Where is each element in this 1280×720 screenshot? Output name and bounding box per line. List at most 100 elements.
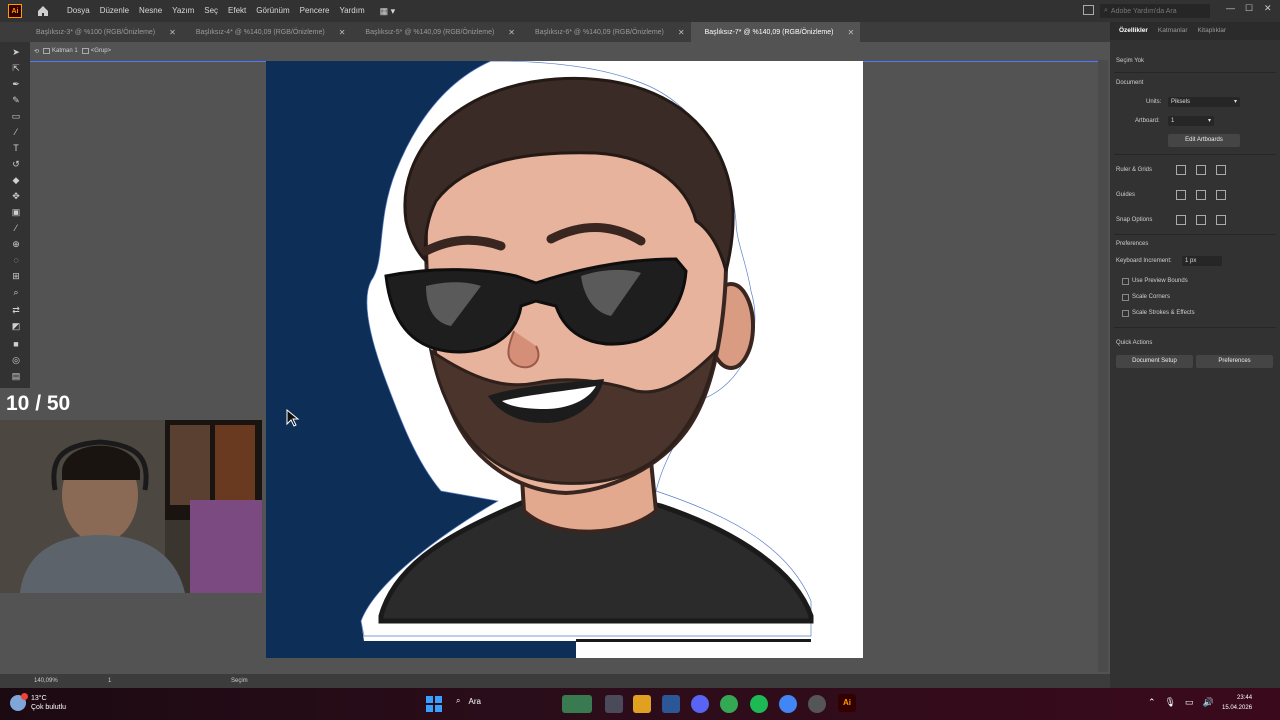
grid-icon[interactable] <box>1196 165 1206 175</box>
menu-item-dosya[interactable]: Dosya <box>62 0 95 22</box>
close-tab-icon[interactable]: ✕ <box>169 28 176 37</box>
close-window-icon[interactable]: ✕ <box>1264 3 1272 14</box>
rulers-grids-label: Ruler & Grids <box>1116 167 1153 173</box>
screen-mode-icon[interactable]: ▤ <box>10 370 22 382</box>
scale-strokes-checkbox[interactable] <box>1122 310 1129 317</box>
eyedropper-tool-icon[interactable]: ⁄ <box>10 222 22 234</box>
home-icon[interactable] <box>36 4 50 18</box>
widget-landscape-icon[interactable] <box>562 695 592 713</box>
rectangle-tool-icon[interactable]: ▭ <box>10 110 22 122</box>
shape-builder-tool-icon[interactable]: ⊕ <box>10 238 22 250</box>
menu-item-yazim[interactable]: Yazım <box>167 0 199 22</box>
type-tool-icon[interactable]: T <box>10 142 22 154</box>
use-preview-bounds-checkbox[interactable] <box>1122 278 1129 285</box>
transparency-grid-icon[interactable] <box>1216 165 1226 175</box>
snap-to-point-icon[interactable] <box>1176 215 1186 225</box>
progress-counter: 10 / 50 <box>6 392 71 415</box>
menu-item-yardim[interactable]: Yardım <box>334 0 369 22</box>
lock-guides-icon[interactable] <box>1196 190 1206 200</box>
edit-artboards-button[interactable]: Edit Artboards <box>1168 134 1240 147</box>
discord-icon[interactable] <box>691 695 709 713</box>
chevron-up-icon[interactable]: ⌃ <box>1148 697 1156 708</box>
tab-doc-3[interactable]: Başlıksız-3* @ %100 (RGB/Önizleme) ✕ <box>0 22 182 42</box>
menu-item-sec[interactable]: Seç <box>199 0 223 22</box>
pen-tool-icon[interactable]: ✒ <box>10 78 22 90</box>
tab-libraries[interactable]: Kitaplıklar <box>1193 22 1232 40</box>
snap-to-pixel-icon[interactable] <box>1196 215 1206 225</box>
panel-toggle-icon[interactable] <box>1083 5 1094 15</box>
close-tab-icon[interactable]: ✕ <box>678 28 685 37</box>
close-tab-icon[interactable]: ✕ <box>339 28 346 37</box>
tab-properties[interactable]: Özellikler <box>1114 22 1153 40</box>
system-clock[interactable]: 23:44 15.04.2026 <box>1222 693 1252 713</box>
main-menu: Dosya Düzenle Nesne Yazım Seç Efekt Görü… <box>62 0 370 22</box>
spotify-icon[interactable] <box>750 695 768 713</box>
keyboard-increment-input[interactable]: 1 px <box>1182 256 1222 266</box>
breadcrumb-layer[interactable]: Katman 1 <box>43 48 78 54</box>
smart-guides-icon[interactable] <box>1216 190 1226 200</box>
microphone-icon[interactable]: 🎙 <box>1165 697 1176 708</box>
quick-actions-heading: Quick Actions <box>1116 340 1153 346</box>
menu-item-gorunum[interactable]: Görünüm <box>251 0 294 22</box>
taskbar-search[interactable]: ⌕ Ara <box>456 696 481 706</box>
arrange-documents-icon[interactable]: ▦ ▾ <box>380 6 396 17</box>
menu-item-pencere[interactable]: Pencere <box>295 0 335 22</box>
help-search-input[interactable]: ⌕ Adobe Yardım'da Ara <box>1100 4 1210 18</box>
tab-doc-5[interactable]: Başlıksız-5* @ %140,09 (RGB/Önizleme) ✕ <box>351 22 521 42</box>
weather-widget[interactable]: 13°C Çok bulutlu <box>10 693 66 712</box>
artboard-select[interactable]: 1 ▾ <box>1168 116 1214 126</box>
back-arrow-icon[interactable]: ⟲ <box>34 48 39 55</box>
snap-to-glyph-icon[interactable] <box>1216 215 1226 225</box>
network-icon[interactable]: ▭ <box>1185 697 1194 708</box>
chrome-icon[interactable] <box>720 695 738 713</box>
windows-start-icon[interactable] <box>426 696 442 712</box>
close-tab-icon[interactable]: ✕ <box>847 28 854 37</box>
breadcrumb-group[interactable]: <Grup> <box>81 48 111 54</box>
volume-icon[interactable]: 🔊 <box>1203 697 1214 708</box>
zoom-tool-icon[interactable]: ⌕ <box>10 286 22 298</box>
tab-doc-6[interactable]: Başlıksız-6* @ %140,09 (RGB/Önizleme) ✕ <box>521 22 691 42</box>
close-tab-icon[interactable]: ✕ <box>508 28 515 37</box>
direct-selection-tool-icon[interactable]: ⇱ <box>10 62 22 74</box>
minimize-icon[interactable]: — <box>1226 3 1235 13</box>
menu-item-duzenle[interactable]: Düzenle <box>95 0 134 22</box>
selection-tool-icon[interactable]: ➤ <box>10 46 22 58</box>
rotate-tool-icon[interactable]: ↺ <box>10 158 22 170</box>
units-select[interactable]: Piksels ▾ <box>1168 97 1240 107</box>
tab-doc-7[interactable]: Başlıksız-7* @ %140,09 (RGB/Önizleme) ✕ <box>690 22 861 42</box>
isolation-breadcrumb: ⟲ Katman 1 <Grup> <box>30 44 1110 58</box>
menu-item-efekt[interactable]: Efekt <box>223 0 251 22</box>
tab-layers[interactable]: Katmanlar <box>1153 22 1193 40</box>
paintbrush-tool-icon[interactable]: ⁄ <box>10 126 22 138</box>
zoom-level-field[interactable]: 140,09% <box>34 678 58 684</box>
blend-tool-icon[interactable]: ◌ <box>10 254 22 266</box>
ruler-icon[interactable] <box>1176 165 1186 175</box>
avatar-illustration[interactable] <box>266 61 863 658</box>
file-explorer-icon[interactable] <box>633 695 651 713</box>
clock-date: 15.04.2026 <box>1222 705 1253 711</box>
scale-corners-checkbox[interactable] <box>1122 294 1129 301</box>
color-mode-icon[interactable]: ■ <box>10 338 22 350</box>
artboard-number-field[interactable]: 1 <box>108 678 111 684</box>
fill-stroke-swatch-icon[interactable]: ◩ <box>10 320 22 332</box>
preferences-button[interactable]: Preferences <box>1196 355 1273 368</box>
show-guides-icon[interactable] <box>1176 190 1186 200</box>
task-view-icon[interactable] <box>605 695 623 713</box>
artboard[interactable] <box>266 61 863 658</box>
maximize-icon[interactable]: ☐ <box>1245 3 1253 14</box>
puppet-warp-tool-icon[interactable]: ✥ <box>10 190 22 202</box>
draw-mode-icon[interactable]: ◎ <box>10 354 22 366</box>
menu-item-nesne[interactable]: Nesne <box>134 0 167 22</box>
eraser-tool-icon[interactable]: ◆ <box>10 174 22 186</box>
document-setup-button[interactable]: Document Setup <box>1116 355 1193 368</box>
gradient-tool-icon[interactable]: ▣ <box>10 206 22 218</box>
vertical-scrollbar[interactable] <box>1098 60 1108 672</box>
store-icon[interactable] <box>662 695 680 713</box>
swap-colors-icon[interactable]: ⇄ <box>10 304 22 316</box>
browser-icon[interactable] <box>779 695 797 713</box>
tab-doc-4[interactable]: Başlıksız-4* @ %140,09 (RGB/Önizleme) ✕ <box>182 22 352 42</box>
obs-icon[interactable] <box>808 695 826 713</box>
illustrator-taskbar-icon[interactable]: Ai <box>838 694 856 712</box>
curvature-tool-icon[interactable]: ✎ <box>10 94 22 106</box>
artboard-tool-icon[interactable]: ⊞ <box>10 270 22 282</box>
